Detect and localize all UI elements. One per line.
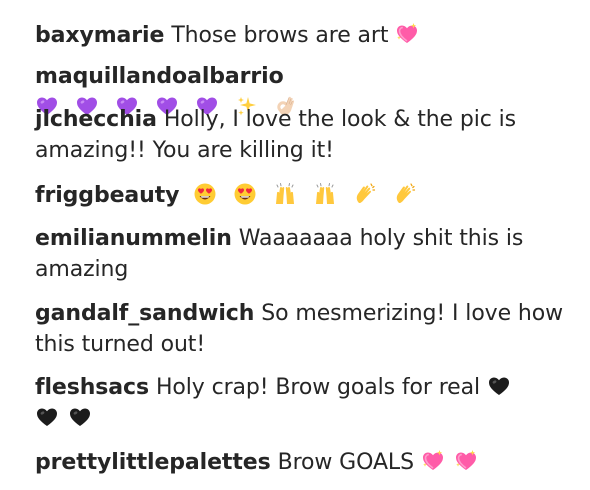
comment-item: prettylittlepalettes Brow GOALS <box>35 447 565 478</box>
comment-username[interactable]: emilianummelin <box>35 226 232 251</box>
comment-username[interactable]: baxymarie <box>35 23 164 48</box>
comment-item: gandalf_sandwich So mesmerizing! I love h… <box>35 298 565 360</box>
comment-username[interactable]: gandalf_sandwich <box>35 301 254 326</box>
comment-item: friggbeauty <box>35 180 565 211</box>
black-heart-icon <box>35 405 59 429</box>
comment-username[interactable]: fleshsacs <box>35 375 149 400</box>
comment-item: fleshsacs Holy crap! Brow goals for real <box>35 372 565 434</box>
comment-username[interactable]: prettylittlepalettes <box>35 450 271 475</box>
raising-hands-icon <box>313 182 337 206</box>
black-heart-icon <box>487 374 511 398</box>
sparkling-heart-icon <box>395 22 419 46</box>
black-heart-icon <box>68 405 92 429</box>
comment-username[interactable]: jlchecchia <box>35 107 157 132</box>
heart-eyes-icon <box>193 182 217 206</box>
raising-hands-icon <box>273 182 297 206</box>
comment-item: emilianummelin Waaaaaaa holy shit this is… <box>35 223 565 285</box>
heart-eyes-icon <box>233 182 257 206</box>
comment-item: jlchecchia Holly, I love the look & the p… <box>35 104 565 166</box>
comment-text: Those brows are art <box>171 23 389 48</box>
clapping-hands-icon <box>393 182 417 206</box>
comment-text: Holy crap! Brow goals for real <box>155 375 481 400</box>
comment-username[interactable]: friggbeauty <box>35 183 180 208</box>
comment-username[interactable]: maquillandoalbarrio <box>35 64 284 89</box>
sparkling-heart-icon <box>421 449 445 473</box>
clapping-hands-icon <box>353 182 377 206</box>
comment-text: Brow GOALS <box>277 450 414 475</box>
comment-item: baxymarie Those brows are art <box>35 20 565 51</box>
sparkling-heart-icon <box>454 449 478 473</box>
